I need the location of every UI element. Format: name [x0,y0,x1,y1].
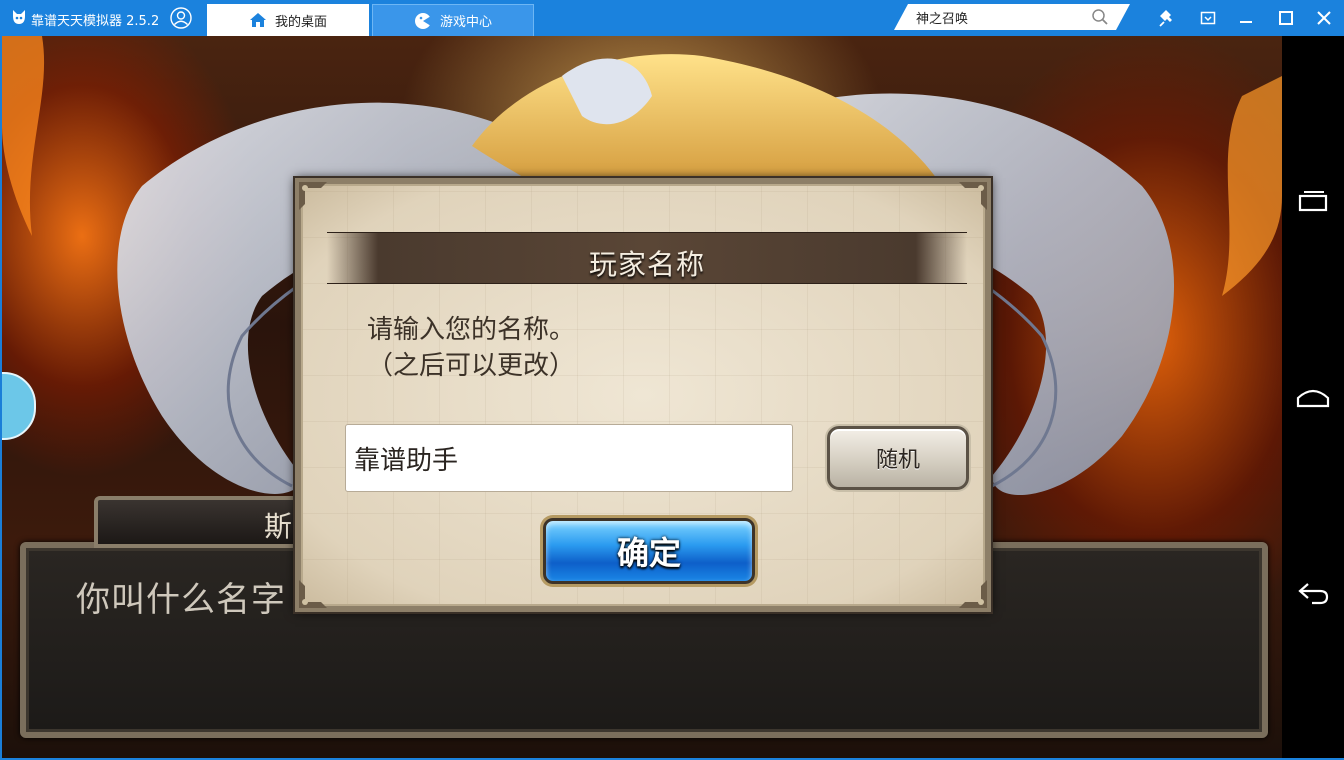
dialog-prompt: 请输入您的名称。 （之后可以更改） [367,312,575,384]
gamepad-icon [414,12,431,29]
corner-ornament-icon [959,580,987,608]
tab-game-center[interactable]: 游戏中心 [372,4,534,36]
user-account-icon[interactable] [170,7,192,29]
app-title: 靠谱天天模拟器 2.5.2 [31,14,160,29]
dialog-header: 玩家名称 [327,232,967,284]
search-input[interactable] [916,7,1086,27]
corner-ornament-icon [299,182,327,210]
player-name-dialog: 玩家名称 请输入您的名称。 （之后可以更改） 随机 确定 [295,178,991,612]
recent-apps-icon[interactable] [1294,184,1332,218]
random-button-label: 随机 [875,448,920,473]
tab-label: 我的桌面 [274,14,327,30]
player-name-input[interactable] [345,424,793,492]
game-screen[interactable]: 斯 你叫什么名字 玩家名称 请输入您的名称。 （之后可以更改） 随机 确定 [2,36,1282,758]
title-bar: 靠谱天天模拟器 2.5.2 我的桌面 游戏中心 [0,0,1344,36]
speech-text: 你叫什么名字 [76,580,286,620]
confirm-button[interactable]: 确定 [543,518,755,584]
pin-icon[interactable] [1158,8,1178,28]
close-icon[interactable] [1314,8,1334,28]
back-icon[interactable] [1294,576,1332,610]
tab-label: 游戏中心 [439,15,492,30]
search-icon[interactable] [1091,8,1109,26]
prompt-line-1: 请输入您的名称。 [367,315,576,345]
tab-my-desktop[interactable]: 我的桌面 [207,4,369,36]
random-name-button[interactable]: 随机 [827,426,969,490]
maximize-icon[interactable] [1276,8,1296,28]
search-box[interactable] [894,4,1130,30]
minimize-to-tray-icon[interactable] [1198,8,1218,28]
minimize-icon[interactable] [1236,8,1256,28]
corner-ornament-icon [299,580,327,608]
dialog-title: 玩家名称 [588,248,705,281]
android-home-icon[interactable] [1294,380,1332,414]
corner-ornament-icon [959,182,987,210]
app-logo-icon [13,10,25,24]
confirm-button-label: 确定 [616,534,681,572]
prompt-line-2: （之后可以更改） [367,351,576,381]
android-nav-bar [1282,36,1344,760]
speaker-name: 斯 [264,510,293,543]
home-icon [249,13,266,27]
